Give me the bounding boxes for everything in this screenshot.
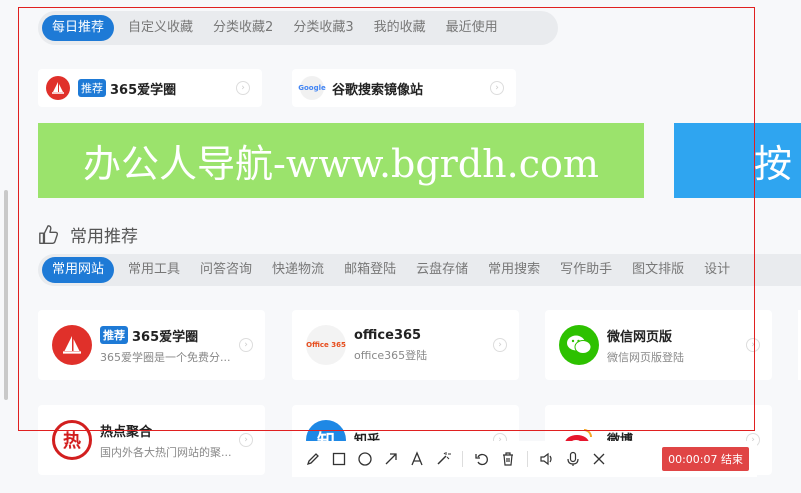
tab-category-favorites-3[interactable]: 分类收藏3 xyxy=(283,15,363,41)
site-card-office365[interactable]: Office 365 office365 office365登陆 › xyxy=(292,310,519,380)
site-name: office365 xyxy=(354,327,422,343)
wechat-logo-icon xyxy=(559,325,599,365)
fav-card-title: 365爱学圈 xyxy=(110,82,177,98)
tab-writing[interactable]: 写作助手 xyxy=(550,257,622,283)
toolbar-divider xyxy=(462,451,463,467)
site-desc: 365爱学圈是一个免费分... xyxy=(100,350,231,364)
favorites-tab-bar: 每日推荐 自定义收藏 分类收藏2 分类收藏3 我的收藏 最近使用 xyxy=(38,11,558,45)
category-tab-bar: 常用网站 常用工具 问答咨询 快递物流 邮箱登陆 云盘存储 常用搜索 写作助手 … xyxy=(38,254,801,286)
chevron-right-icon[interactable]: › xyxy=(239,433,253,447)
tab-cloud-storage[interactable]: 云盘存储 xyxy=(406,257,478,283)
text-icon[interactable] xyxy=(404,446,430,472)
microphone-icon[interactable] xyxy=(560,446,586,472)
site-card-hotspot[interactable]: 热 热点聚合 国内外各大热门网站的聚... › xyxy=(38,405,265,475)
section-title: 常用推荐 xyxy=(70,227,138,247)
recording-toolbar: 00:00:07 结束 xyxy=(292,441,757,477)
site-name: 微信网页版 xyxy=(607,329,673,345)
site-card-365[interactable]: 推荐 365爱学圈 365爱学圈是一个免费分... › xyxy=(38,310,265,380)
chevron-right-icon[interactable]: › xyxy=(493,338,507,352)
fav-card-google[interactable]: Google 谷歌搜索镜像站 › xyxy=(292,69,516,107)
banner-secondary[interactable]: 按 xyxy=(674,123,801,198)
close-icon[interactable] xyxy=(586,446,612,472)
chevron-right-icon[interactable]: › xyxy=(490,81,504,95)
sailboat-logo-icon xyxy=(52,325,92,365)
site-desc: 国内外各大热门网站的聚... xyxy=(100,445,232,459)
office365-logo-icon: Office 365 xyxy=(306,325,346,365)
rectangle-icon[interactable] xyxy=(326,446,352,472)
tab-qa[interactable]: 问答咨询 xyxy=(190,257,262,283)
chevron-right-icon[interactable]: › xyxy=(236,81,250,95)
recommend-badge: 推荐 xyxy=(78,79,106,97)
magic-wand-icon[interactable] xyxy=(430,446,456,472)
tab-common-tools[interactable]: 常用工具 xyxy=(118,257,190,283)
tab-search[interactable]: 常用搜索 xyxy=(478,257,550,283)
site-name: 热点聚合 xyxy=(100,424,153,440)
tab-category-favorites-2[interactable]: 分类收藏2 xyxy=(203,15,283,41)
pen-icon[interactable] xyxy=(300,446,326,472)
chevron-right-icon[interactable]: › xyxy=(239,338,253,352)
site-name: 365爱学圈 xyxy=(132,329,199,345)
site-desc: 微信网页版登陆 xyxy=(607,350,684,364)
tab-design[interactable]: 设计 xyxy=(694,257,740,283)
fav-card-title: 谷歌搜索镜像站 xyxy=(332,82,424,98)
stop-recording-button[interactable]: 00:00:07 结束 xyxy=(662,447,749,471)
speaker-icon[interactable] xyxy=(534,446,560,472)
tab-common-sites[interactable]: 常用网站 xyxy=(42,257,115,283)
tab-my-favorites[interactable]: 我的收藏 xyxy=(364,15,436,41)
fav-card-365[interactable]: 推荐 365爱学圈 › xyxy=(38,69,262,107)
circle-icon[interactable] xyxy=(352,446,378,472)
tab-daily-recommend[interactable]: 每日推荐 xyxy=(42,15,115,41)
chevron-right-icon[interactable]: › xyxy=(746,338,760,352)
recommend-badge: 推荐 xyxy=(100,326,128,344)
tab-layout[interactable]: 图文排版 xyxy=(622,257,694,283)
arrow-icon[interactable] xyxy=(378,446,404,472)
banner-bgrdh[interactable]: 办公人导航-www.bgrdh.com xyxy=(38,123,644,198)
page-scrollbar[interactable] xyxy=(4,190,8,400)
tab-custom-favorites[interactable]: 自定义收藏 xyxy=(118,15,203,41)
sailboat-logo-icon xyxy=(46,76,70,100)
thumbs-up-icon xyxy=(39,224,59,244)
site-desc: office365登陆 xyxy=(354,348,428,362)
google-logo-icon: Google xyxy=(298,76,326,100)
tab-email[interactable]: 邮箱登陆 xyxy=(334,257,406,283)
undo-icon[interactable] xyxy=(469,446,495,472)
toolbar-divider xyxy=(527,451,528,467)
tab-express[interactable]: 快递物流 xyxy=(262,257,334,283)
site-card-wechat[interactable]: 微信网页版 微信网页版登陆 › xyxy=(545,310,772,380)
tab-recently-used[interactable]: 最近使用 xyxy=(436,15,508,41)
trash-icon[interactable] xyxy=(495,446,521,472)
section-header: 常用推荐 xyxy=(38,222,138,247)
hotspot-logo-icon: 热 xyxy=(52,420,92,460)
